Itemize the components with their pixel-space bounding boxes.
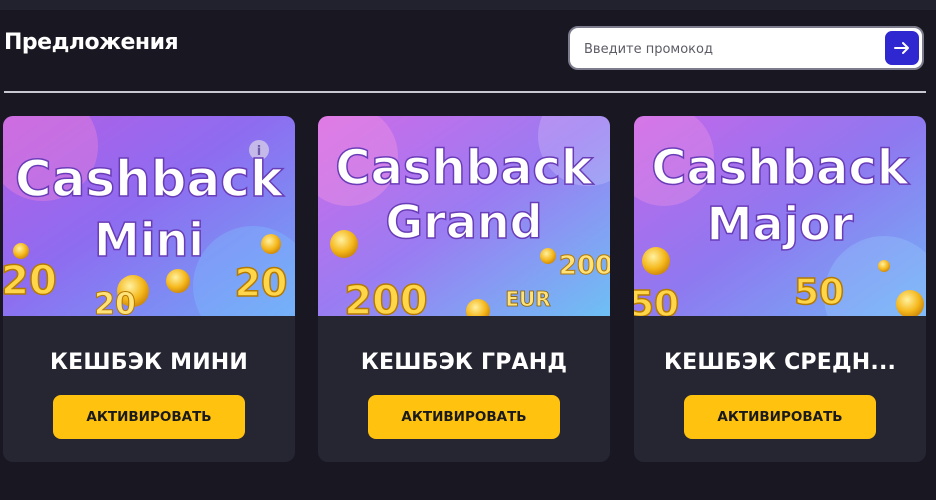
svg-text:50: 50	[634, 284, 679, 316]
offer-title: КЕШБЭК ГРАНД	[360, 350, 568, 375]
promo-submit-button[interactable]	[885, 31, 919, 65]
svg-text:200: 200	[559, 251, 610, 281]
arrow-right-icon	[894, 42, 909, 54]
banner-line2: Grand	[385, 195, 542, 249]
activate-button[interactable]: АКТИВИРОВАТЬ	[53, 395, 245, 439]
promo-code-field	[568, 26, 924, 70]
promo-code-input[interactable]	[582, 28, 886, 70]
offer-title: КЕШБЭК МИНИ	[49, 350, 249, 375]
offer-title: КЕШБЭК СРЕДН...	[663, 350, 897, 375]
offer-card-major: Cashback Major 50 50 КЕШБЭК СРЕДН... АКТ…	[634, 116, 926, 462]
banner-line1: Cashback	[651, 140, 910, 196]
svg-text:20: 20	[3, 258, 57, 304]
offer-banner-major: Cashback Major 50 50	[634, 116, 926, 316]
banner-line1: Cashback	[15, 150, 285, 208]
activate-button[interactable]: АКТИВИРОВАТЬ	[368, 395, 560, 439]
section-divider	[4, 91, 926, 93]
activate-button[interactable]: АКТИВИРОВАТЬ	[684, 395, 876, 439]
banner-line2: Mini	[94, 213, 204, 267]
banner-line1: Cashback	[335, 140, 594, 196]
svg-text:20: 20	[94, 287, 136, 316]
offer-banner-grand: Cashback Grand 200 200 EUR	[318, 116, 610, 316]
offer-banner-mini: i Cashback Mini 20 20 20	[3, 116, 295, 316]
svg-text:EUR: EUR	[505, 287, 550, 311]
offer-card-mini: i Cashback Mini 20 20 20 КЕШБЭК МИНИ АКТ…	[3, 116, 295, 462]
offer-card-grand: Cashback Grand 200 200 EUR КЕШБЭК ГРАНД …	[318, 116, 610, 462]
page-title: Предложения	[4, 30, 179, 55]
svg-text:50: 50	[794, 272, 844, 313]
top-bar	[0, 0, 936, 10]
banner-line2: Major	[707, 197, 854, 251]
svg-text:20: 20	[235, 261, 288, 305]
svg-text:200: 200	[344, 278, 428, 316]
